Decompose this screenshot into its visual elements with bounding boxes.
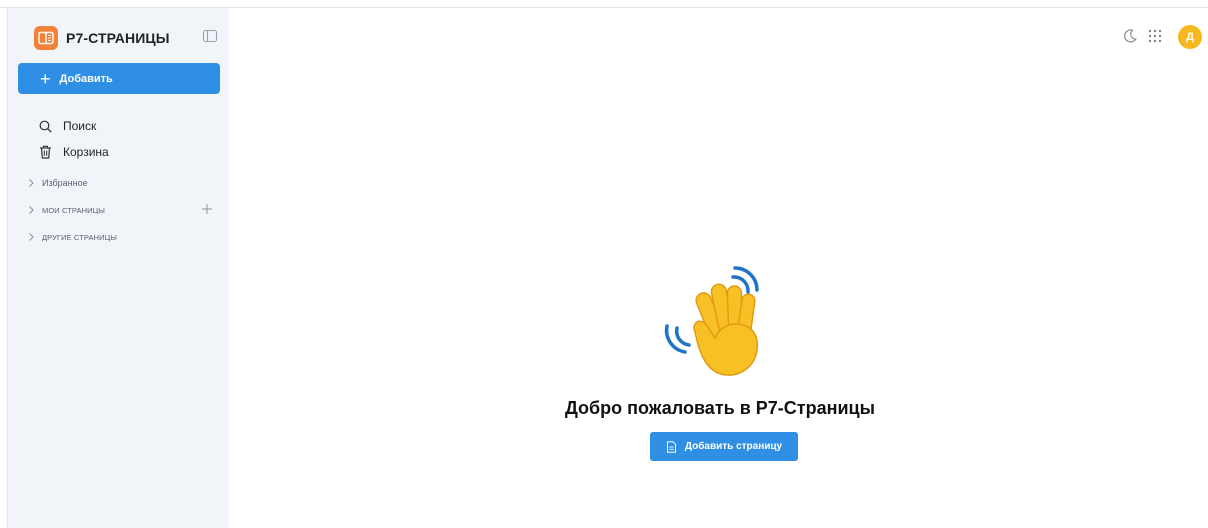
document-icon [666, 440, 676, 453]
trash-icon [38, 145, 52, 159]
section-label: ДРУГИЕ СТРАНИЦЫ [42, 232, 117, 242]
waving-hand-icon [655, 262, 785, 382]
add-button-label: Добавить [59, 72, 113, 85]
brand-name: Р7-СТРАНИЦЫ [66, 30, 170, 46]
section-other-pages[interactable]: ДРУГИЕ СТРАНИЦЫ [26, 232, 117, 242]
sidebar-item-search[interactable]: Поиск [38, 119, 96, 133]
section-label: МОИ СТРАНИЦЫ [42, 205, 106, 215]
search-icon [38, 119, 52, 133]
sidebar: Р7-СТРАНИЦЫ + Добавить Поиск Корзина Изб… [8, 8, 229, 528]
moon-icon[interactable] [1122, 28, 1138, 44]
section-my-pages[interactable]: МОИ СТРАНИЦЫ [26, 205, 105, 215]
add-page-button[interactable]: Добавить страницу [650, 432, 798, 461]
add-page-button-label: Добавить страницу [684, 441, 783, 452]
sidebar-item-label: Корзина [63, 145, 109, 159]
sidebar-item-trash[interactable]: Корзина [38, 145, 109, 159]
add-button[interactable]: + Добавить [18, 63, 220, 94]
add-page-plus-icon[interactable] [201, 202, 213, 214]
sidebar-item-label: Поиск [63, 119, 97, 133]
welcome-title: Добро пожаловать в Р7-Страницы [565, 398, 875, 418]
sidebar-toggle-icon[interactable] [202, 28, 218, 44]
window-left-border [0, 8, 8, 528]
section-favorites[interactable]: Избранное [26, 178, 88, 188]
chevron-right-icon [29, 179, 34, 187]
book-icon [34, 26, 58, 50]
chevron-right-icon [29, 206, 34, 214]
brand[interactable]: Р7-СТРАНИЦЫ [34, 18, 170, 58]
window-top-border [0, 0, 1208, 8]
apps-grid-icon[interactable] [1147, 28, 1163, 44]
section-label: Избранное [42, 178, 88, 188]
plus-icon: + [40, 68, 51, 89]
avatar[interactable]: Д [1178, 25, 1202, 49]
chevron-right-icon [29, 233, 34, 241]
